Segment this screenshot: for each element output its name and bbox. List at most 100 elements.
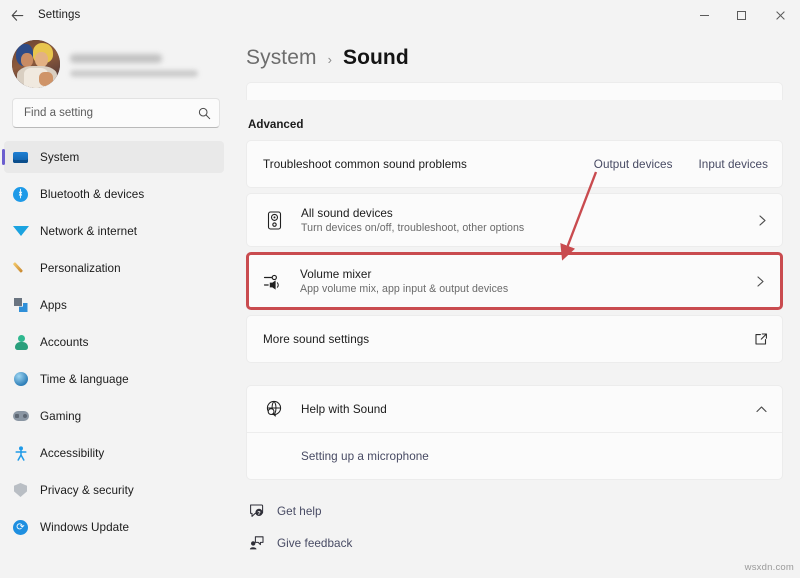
more-sound-settings-title: More sound settings — [263, 333, 746, 346]
output-devices-link[interactable]: Output devices — [594, 158, 673, 171]
main-content: System › Sound Advanced Troubleshoot com… — [232, 30, 800, 578]
sidebar-item-label: Gaming — [40, 410, 81, 423]
volume-mixer-row[interactable]: Volume mixer App volume mix, app input &… — [249, 255, 780, 307]
footer-links: ? Get help Give feedback — [246, 499, 783, 555]
avatar — [12, 40, 60, 88]
back-button[interactable] — [0, 0, 34, 30]
globe-search-icon — [263, 400, 285, 418]
search-icon — [198, 107, 211, 120]
profile-name-redacted — [70, 54, 162, 63]
sidebar-item-accounts[interactable]: Accounts — [4, 326, 224, 358]
bluetooth-icon: ᚼ — [12, 186, 29, 203]
breadcrumb: System › Sound — [246, 30, 800, 70]
chevron-right-icon[interactable] — [755, 275, 766, 288]
all-sound-devices-title: All sound devices — [301, 207, 749, 220]
help-with-sound-title: Help with Sound — [301, 403, 747, 416]
all-sound-devices-row[interactable]: All sound devices Turn devices on/off, t… — [247, 194, 782, 246]
section-label-advanced: Advanced — [248, 118, 783, 131]
sidebar-item-label: Accessibility — [40, 447, 104, 460]
settings-scroll-area: Advanced Troubleshoot common sound probl… — [246, 82, 783, 555]
troubleshoot-links: Output devices Input devices — [594, 158, 768, 171]
sidebar-item-label: Apps — [40, 299, 67, 312]
clipped-card-above — [246, 82, 783, 100]
help-with-sound-texts: Help with Sound — [301, 403, 747, 416]
input-devices-link[interactable]: Input devices — [698, 158, 768, 171]
troubleshoot-texts: Troubleshoot common sound problems — [263, 158, 594, 171]
sidebar-item-bluetooth-devices[interactable]: ᚼ Bluetooth & devices — [4, 178, 224, 210]
sidebar-nav: System ᚼ Bluetooth & devices Network & i… — [0, 141, 232, 543]
paintbrush-icon — [12, 260, 29, 277]
help-link-setting-up-microphone[interactable]: Setting up a microphone — [301, 450, 429, 463]
sidebar-item-label: Network & internet — [40, 225, 137, 238]
volume-mixer-texts: Volume mixer App volume mix, app input &… — [300, 268, 747, 295]
sidebar-item-label: Time & language — [40, 373, 129, 386]
give-feedback-link[interactable]: Give feedback — [246, 531, 783, 555]
search-box[interactable] — [12, 98, 220, 128]
help-balloon-icon: ? — [248, 503, 265, 519]
shield-icon — [12, 482, 29, 499]
app-shell: System ᚼ Bluetooth & devices Network & i… — [0, 30, 800, 578]
search-input[interactable] — [24, 107, 198, 119]
app-title: Settings — [38, 9, 80, 21]
sidebar-item-network-internet[interactable]: Network & internet — [4, 215, 224, 247]
get-help-link[interactable]: ? Get help — [246, 499, 783, 523]
monitor-icon — [12, 149, 29, 166]
sidebar-item-time-language[interactable]: Time & language — [4, 363, 224, 395]
sidebar-item-personalization[interactable]: Personalization — [4, 252, 224, 284]
maximize-icon — [736, 10, 747, 21]
sidebar-item-label: Accounts — [40, 336, 88, 349]
sidebar-item-gaming[interactable]: Gaming — [4, 400, 224, 432]
sidebar-item-label: Bluetooth & devices — [40, 188, 144, 201]
external-link-icon[interactable] — [754, 332, 768, 346]
breadcrumb-parent[interactable]: System — [246, 46, 317, 70]
chevron-right-icon[interactable] — [757, 214, 768, 227]
profile-text — [70, 52, 198, 77]
feedback-icon — [248, 535, 265, 551]
all-sound-devices-texts: All sound devices Turn devices on/off, t… — [301, 207, 749, 234]
speaker-device-icon — [263, 211, 285, 230]
sidebar-item-apps[interactable]: Apps — [4, 289, 224, 321]
profile-email-redacted — [70, 70, 198, 77]
person-icon — [12, 334, 29, 351]
close-button[interactable] — [760, 0, 800, 30]
troubleshoot-row: Troubleshoot common sound problems Outpu… — [247, 141, 782, 187]
troubleshoot-title: Troubleshoot common sound problems — [263, 158, 594, 171]
gamepad-icon — [12, 408, 29, 425]
minimize-button[interactable] — [686, 0, 723, 30]
maximize-button[interactable] — [723, 0, 760, 30]
search-wrapper — [0, 92, 232, 128]
minimize-icon — [699, 10, 710, 21]
clock-globe-icon — [12, 371, 29, 388]
chevron-up-icon[interactable] — [755, 404, 768, 415]
sidebar-item-privacy-security[interactable]: Privacy & security — [4, 474, 224, 506]
give-feedback-label: Give feedback — [277, 537, 352, 550]
help-with-sound-card: Help with Sound Setting up a microphone — [246, 385, 783, 480]
volume-mixer-card[interactable]: Volume mixer App volume mix, app input &… — [246, 252, 783, 310]
page-title: Sound — [343, 46, 409, 70]
help-link-row[interactable]: Setting up a microphone — [247, 433, 782, 479]
sidebar-item-accessibility[interactable]: Accessibility — [4, 437, 224, 469]
all-sound-devices-card[interactable]: All sound devices Turn devices on/off, t… — [246, 193, 783, 247]
close-icon — [775, 10, 786, 21]
sidebar-item-windows-update[interactable]: ⟳ Windows Update — [4, 511, 224, 543]
sidebar-item-label: Windows Update — [40, 521, 129, 534]
sidebar-item-label: Personalization — [40, 262, 121, 275]
window-controls — [686, 0, 800, 30]
sidebar-item-system[interactable]: System — [4, 141, 224, 173]
volume-mixer-title: Volume mixer — [300, 268, 747, 281]
sidebar: System ᚼ Bluetooth & devices Network & i… — [0, 30, 232, 578]
help-with-sound-header[interactable]: Help with Sound — [247, 386, 782, 432]
more-sound-settings-card[interactable]: More sound settings — [246, 315, 783, 363]
all-sound-devices-subtitle: Turn devices on/off, troubleshoot, other… — [301, 222, 749, 234]
troubleshoot-card: Troubleshoot common sound problems Outpu… — [246, 140, 783, 188]
arrow-left-icon — [10, 8, 25, 23]
more-sound-settings-row[interactable]: More sound settings — [247, 316, 782, 362]
accessibility-icon — [12, 445, 29, 462]
profile-block[interactable] — [0, 30, 232, 92]
more-sound-settings-texts: More sound settings — [263, 333, 746, 346]
svg-text:?: ? — [257, 511, 261, 517]
get-help-label: Get help — [277, 505, 322, 518]
breadcrumb-separator: › — [328, 52, 332, 67]
volume-mixer-subtitle: App volume mix, app input & output devic… — [300, 283, 747, 295]
volume-mixer-sliders-icon — [262, 272, 284, 291]
